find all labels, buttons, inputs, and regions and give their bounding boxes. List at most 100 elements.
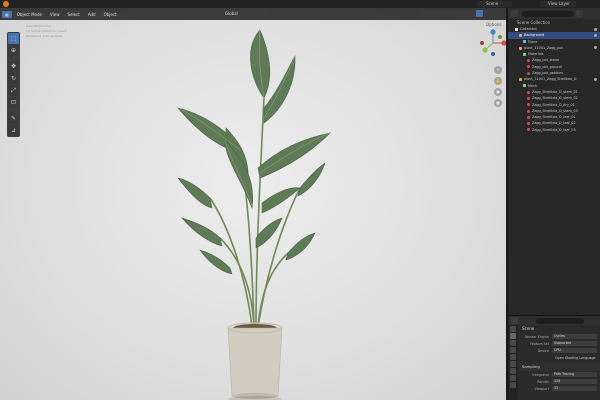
wireframe-shading-icon[interactable] xyxy=(452,10,459,17)
blender-logo-icon[interactable] xyxy=(3,1,9,7)
outliner-tree: Collection Background Plane plant_11001_Zag… xyxy=(508,26,600,133)
properties-title: Scene xyxy=(522,326,535,331)
outliner-header xyxy=(508,8,600,19)
material-icon xyxy=(527,128,530,132)
plant-leaf xyxy=(199,249,233,275)
outliner-row[interactable]: Zagg_Strelitzia_D_leaf_03 xyxy=(508,127,600,133)
render-engine-label: Render Engine xyxy=(524,334,549,339)
filter-icon[interactable] xyxy=(576,10,583,17)
annotate-icon[interactable]: ✎ xyxy=(8,113,19,124)
visibility-eye-icon[interactable] xyxy=(594,77,597,81)
object-icon xyxy=(519,78,522,82)
measure-icon[interactable]: ⊿ xyxy=(8,125,19,136)
modifier-tab-icon[interactable] xyxy=(510,375,516,381)
device-dropdown[interactable]: GPU xyxy=(552,347,597,354)
plant-stem xyxy=(219,237,255,327)
editor-type-button[interactable]: ▦ xyxy=(2,10,12,18)
world-tab-icon[interactable] xyxy=(510,361,516,367)
menu-object[interactable]: Object xyxy=(100,10,120,18)
navigation-gizmo[interactable] xyxy=(478,28,506,58)
cursor-icon[interactable]: ⊕ xyxy=(8,45,19,56)
feature-set-label: Feature Set xyxy=(530,341,549,346)
pivot-icon[interactable] xyxy=(242,10,250,17)
3d-viewport[interactable]: ▦ Object Mode View Select Add Object Glo… xyxy=(0,8,506,400)
osl-checkbox[interactable]: Open Shading Language xyxy=(519,356,599,360)
material-icon xyxy=(527,96,530,100)
snap-icon[interactable] xyxy=(251,10,259,17)
material-icon xyxy=(527,65,530,69)
data-icon xyxy=(523,84,526,88)
integrator-dropdown[interactable]: Path Tracing xyxy=(552,371,597,378)
material-icon xyxy=(527,122,530,126)
output-tab-icon[interactable] xyxy=(510,340,516,346)
menu-select[interactable]: Select xyxy=(64,10,83,18)
gizmo-toggle-icon[interactable] xyxy=(428,10,435,17)
scale-icon[interactable]: ⤢ xyxy=(8,85,19,96)
render-engine-dropdown[interactable]: Cycles xyxy=(552,333,597,340)
integrator-label: Integrator xyxy=(532,372,549,377)
plant-stem xyxy=(257,252,289,327)
gizmo-y-icon xyxy=(482,47,488,53)
zoom-icon[interactable]: ⌕ xyxy=(494,66,502,74)
rendered-shading-icon[interactable] xyxy=(476,10,483,17)
outliner-editor-icon[interactable] xyxy=(511,10,518,17)
outliner-row-label: Zagg_Strelitzia_D_leaf_03 xyxy=(532,127,576,132)
properties-tabs xyxy=(508,325,518,400)
viewport-samples-label: Viewport xyxy=(534,386,549,391)
viewport-header: ▦ Object Mode View Select Add Object Glo… xyxy=(0,8,506,20)
material-tab-icon[interactable] xyxy=(510,382,516,388)
scene-selector[interactable]: Scene xyxy=(478,1,512,7)
menu-add[interactable]: Add xyxy=(84,10,99,18)
collection-icon xyxy=(515,27,518,31)
material-shading-icon[interactable] xyxy=(468,10,475,17)
select-box-icon[interactable]: ⬚ xyxy=(8,33,19,44)
tool-tab-icon[interactable] xyxy=(510,326,516,332)
viewport-info-overlay: User Perspective (1) Scene Collection | … xyxy=(26,24,67,39)
move-icon[interactable]: ✥ xyxy=(8,61,19,72)
solid-shading-icon[interactable] xyxy=(460,10,467,17)
material-icon xyxy=(527,103,530,107)
xray-icon[interactable] xyxy=(444,10,451,17)
sampling-panel-header[interactable]: Sampling xyxy=(519,363,600,371)
tool-shelf: ⬚ ⊕ ✥ ↻ ⤢ ⊡ ✎ ⊿ xyxy=(7,32,20,137)
view-layer-tab-icon[interactable] xyxy=(510,347,516,353)
object-tab-icon[interactable] xyxy=(510,368,516,374)
properties-editor-icon[interactable] xyxy=(511,317,518,324)
pan-hand-icon[interactable]: ✋ xyxy=(494,77,502,85)
visibility-eye-icon[interactable] xyxy=(594,33,597,37)
object-icon xyxy=(519,33,522,37)
camera-view-icon[interactable]: ◉ xyxy=(494,88,502,96)
render-samples-field[interactable]: 128 xyxy=(552,378,597,385)
overlay-line: Rendering 1/32 samples xyxy=(26,34,63,38)
device-label: Device xyxy=(537,348,549,353)
options-dropdown[interactable]: Options xyxy=(486,22,501,27)
visibility-icon[interactable] xyxy=(420,10,427,17)
visibility-eye-icon[interactable] xyxy=(594,27,597,31)
gizmo-z-icon xyxy=(490,29,496,35)
rotate-icon[interactable]: ↻ xyxy=(8,73,19,84)
transform-icon[interactable]: ⊡ xyxy=(8,97,19,108)
material-icon xyxy=(527,115,530,119)
outliner-search-input[interactable] xyxy=(522,10,574,17)
material-icon xyxy=(527,59,530,63)
proportional-edit-icon[interactable] xyxy=(260,10,268,17)
view-layer-selector[interactable]: View Layer xyxy=(540,1,576,7)
scene-tab-icon[interactable] xyxy=(510,354,516,360)
plant-leaf xyxy=(285,232,316,261)
visibility-eye-icon[interactable] xyxy=(594,46,597,50)
top-bar: Scene View Layer xyxy=(0,0,600,8)
mode-selector[interactable]: Object Mode xyxy=(13,10,45,18)
perspective-toggle-icon[interactable]: ▦ xyxy=(494,99,502,107)
feature-set-dropdown[interactable]: Supported xyxy=(552,340,597,347)
render-tab-icon[interactable] xyxy=(510,333,516,339)
viewport-samples-field[interactable]: 32 xyxy=(552,385,597,392)
mesh-icon xyxy=(523,40,526,44)
menu-view[interactable]: View xyxy=(46,10,63,18)
scene-collection-row[interactable]: Scene Collection xyxy=(508,19,600,26)
properties-search-input[interactable] xyxy=(536,317,584,324)
transform-orientation-dropdown[interactable]: Global xyxy=(222,10,241,17)
material-icon xyxy=(527,71,530,75)
plant-leaf xyxy=(297,162,326,197)
plant-leaf xyxy=(177,177,213,209)
overlay-toggle-icon[interactable] xyxy=(436,10,443,17)
